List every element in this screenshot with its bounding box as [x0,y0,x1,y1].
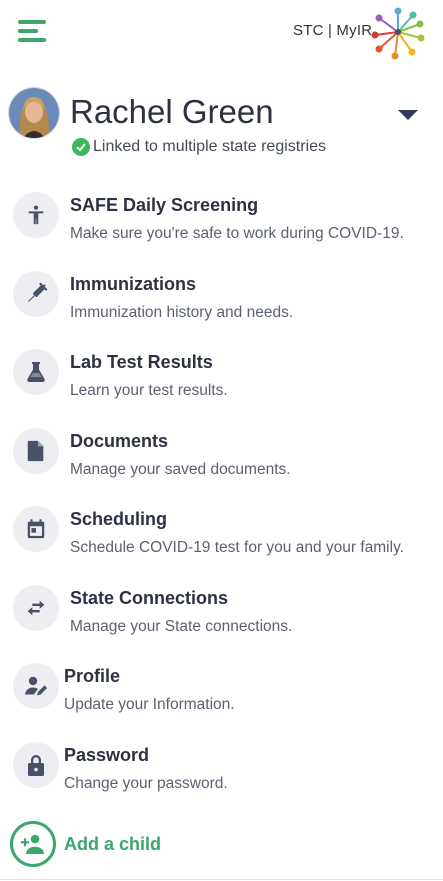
add-child-button[interactable]: Add a child [10,819,161,869]
menu-item-description: Learn your test results. [70,382,228,399]
checkmark-icon [72,138,90,156]
menu-item-description: Manage your State connections. [70,617,293,635]
menu-item-title: Lab Test Results [70,352,213,372]
divider [0,879,443,880]
linked-status-text: Linked to multiple state registries [93,138,326,155]
avatar-image [9,88,59,138]
person-edit-icon [13,663,59,709]
add-child-label: Add a child [64,833,162,854]
menu-item-title: Scheduling [70,509,168,529]
menu-item-title: Documents [70,430,169,451]
calendar-icon [13,506,59,552]
avatar[interactable] [8,87,60,139]
user-name: Rachel Green [70,93,274,130]
menu-item-title: Immunizations [70,273,197,294]
app-header: STC | MyIR [0,0,443,70]
main-menu: SAFE Daily Screening Make sure you're sa… [0,182,443,810]
flask-icon [13,349,59,395]
menu-item-profile[interactable]: Profile Update your Information. [0,653,443,732]
menu-item-password[interactable]: Password Change your password. [0,732,443,811]
menu-item-title: Profile [64,666,121,686]
swap-arrows-icon [13,584,59,631]
lock-icon [13,741,59,788]
user-section: Rachel Green Linked to multiple state re… [0,82,443,162]
person-standing-icon [13,192,59,238]
linked-status: Linked to multiple state registries [72,137,326,157]
menu-item-description: Change your password. [64,774,228,792]
menu-item-title: State Connections [70,587,229,608]
menu-item-description: Make sure you're safe to work during COV… [70,225,404,242]
document-icon [13,427,59,474]
menu-item-immunizations[interactable]: Immunizations Immunization history and n… [0,261,443,340]
menu-item-title: Password [64,744,150,765]
user-dropdown-chevron-icon[interactable] [398,110,418,120]
menu-item-title: SAFE Daily Screening [70,195,259,215]
hamburger-menu-icon[interactable] [18,18,46,44]
menu-item-safe-daily-screening[interactable]: SAFE Daily Screening Make sure you're sa… [0,182,443,261]
menu-item-description: Schedule COVID-19 test for you and your … [70,539,404,556]
syringe-icon [13,270,59,317]
menu-item-description: Immunization history and needs. [70,303,294,321]
menu-item-documents[interactable]: Documents Manage your saved documents. [0,418,443,497]
menu-item-description: Update your Information. [64,696,235,713]
menu-item-lab-test-results[interactable]: Lab Test Results Learn your test results… [0,339,443,418]
add-person-icon [10,821,56,867]
menu-item-description: Manage your saved documents. [70,460,291,478]
starburst-logo-icon [371,7,425,60]
logo-text: STC | MyIR [293,22,373,39]
menu-item-scheduling[interactable]: Scheduling Schedule COVID-19 test for yo… [0,496,443,575]
menu-item-state-connections[interactable]: State Connections Manage your State conn… [0,575,443,654]
